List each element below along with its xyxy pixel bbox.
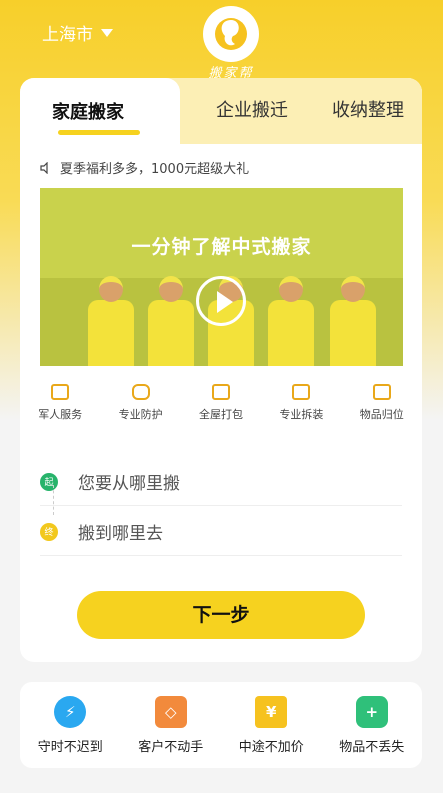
guarantee-label: 守时不迟到 [37, 739, 103, 755]
city-selector[interactable]: 上海市 [42, 20, 113, 45]
notice-text: 夏季福利多多，1000元超级大礼 [60, 162, 250, 177]
chevron-down-icon[interactable] [101, 28, 113, 37]
notice-bar[interactable]: 夏季福利多多，1000元超级大礼 [40, 158, 249, 177]
toolbox-icon [292, 384, 311, 400]
logo: 搬家帮 [196, 6, 266, 81]
from-address-placeholder[interactable]: 您要从哪里搬 [78, 469, 180, 494]
intro-video[interactable]: 一分钟了解中式搬家 [40, 188, 403, 366]
to-address-field[interactable]: 终 搬到哪里去 [40, 508, 402, 556]
service-label: 物品归位 [359, 408, 404, 421]
service-list: 军人服务 专业防护 全屋打包 专业拆装 物品归位 [20, 384, 422, 422]
package-icon [211, 384, 230, 400]
price-tag-icon: ¥ [255, 695, 288, 728]
guarantee-item: ◇ 客户不动手 [126, 695, 216, 755]
lightning-icon: ⚡ [54, 695, 87, 728]
service-item[interactable]: 军人服务 [25, 384, 95, 422]
service-label: 专业拆装 [279, 408, 324, 421]
guarantee-label: 中途不加价 [238, 739, 304, 755]
guarantee-item: ⚡ 守时不迟到 [25, 695, 115, 755]
tab-home-moving[interactable]: 家庭搬家 [20, 78, 180, 150]
video-worker [330, 276, 376, 366]
video-title: 一分钟了解中式搬家 [131, 236, 312, 258]
elephant-logo-icon [203, 6, 259, 62]
guarantee-bar: ⚡ 守时不迟到 ◇ 客户不动手 ¥ 中途不加价 + 物品不丢失 [20, 682, 422, 768]
tab-bar: 家庭搬家 企业搬迁 收纳整理 [20, 78, 422, 150]
service-label: 专业防护 [118, 408, 163, 421]
guarantee-label: 客户不动手 [138, 739, 204, 755]
from-address-field[interactable]: 起 您要从哪里搬 [40, 458, 402, 506]
service-label: 全屋打包 [198, 408, 243, 421]
app-header: 上海市 搬家帮 [0, 0, 443, 81]
hexagon-icon: ◇ [154, 695, 187, 728]
guarantee-label: 物品不丢失 [339, 739, 405, 755]
soldier-icon [51, 384, 70, 400]
next-step-button[interactable]: 下一步 [77, 591, 365, 639]
video-worker [148, 276, 194, 366]
tab-label: 家庭搬家 [52, 102, 124, 123]
to-address-placeholder[interactable]: 搬到哪里去 [78, 519, 163, 544]
city-label[interactable]: 上海市 [42, 20, 93, 45]
service-item[interactable]: 全屋打包 [186, 384, 256, 422]
service-item[interactable]: 物品归位 [347, 384, 417, 422]
box-icon [372, 384, 391, 400]
booking-card: 家庭搬家 企业搬迁 收纳整理 夏季福利多多，1000元超级大礼 一分钟了解中式搬… [20, 78, 422, 662]
shield-plus-icon: + [355, 695, 388, 728]
video-worker [268, 276, 314, 366]
to-marker: 终 [40, 522, 58, 541]
service-item[interactable]: 专业防护 [106, 384, 176, 422]
service-item[interactable]: 专业拆装 [266, 384, 336, 422]
play-icon[interactable] [196, 276, 246, 326]
guarantee-item: + 物品不丢失 [327, 695, 417, 755]
speaker-icon [40, 161, 48, 174]
guarantee-item: ¥ 中途不加价 [226, 695, 316, 755]
tab-storage[interactable]: 收纳整理 [332, 96, 404, 122]
video-worker [88, 276, 134, 366]
service-label: 军人服务 [38, 408, 83, 421]
from-marker: 起 [40, 472, 58, 491]
active-tab-indicator [58, 130, 140, 135]
tab-office-moving[interactable]: 企业搬迁 [216, 96, 288, 122]
shield-icon [131, 384, 150, 400]
